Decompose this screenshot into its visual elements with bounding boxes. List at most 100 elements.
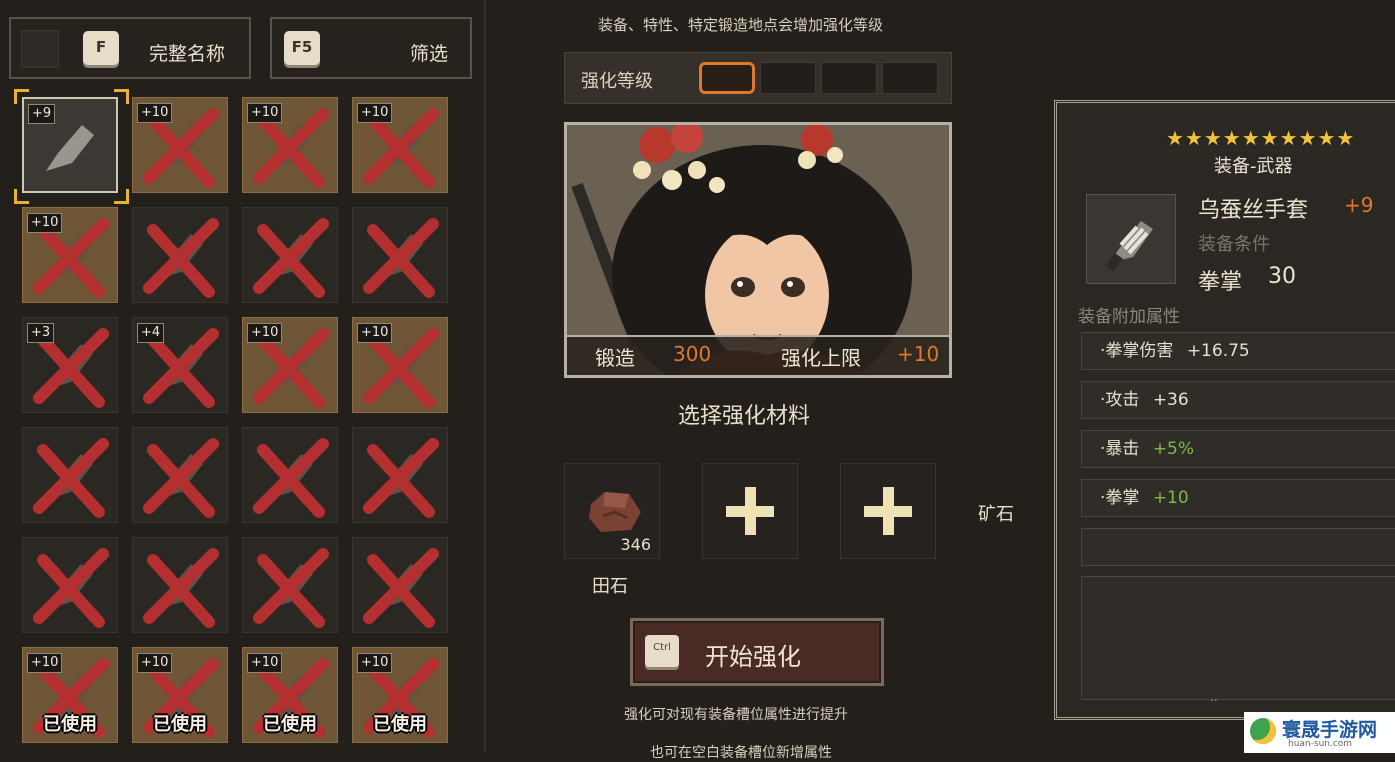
attribute-name: ·拳掌伤害	[1100, 341, 1174, 361]
select-material-title: 选择强化材料	[678, 404, 811, 429]
unavailable-x-icon	[33, 548, 109, 628]
attribute-value: +16.75	[1186, 341, 1250, 361]
material-count: 346	[620, 535, 651, 554]
item-category: 装备-武器	[1214, 156, 1293, 177]
inventory-slot[interactable]: +10 已使用	[242, 647, 338, 743]
key-hint-ctrl: Ctrl	[645, 635, 679, 667]
item-level-badge: +9	[28, 104, 56, 124]
unavailable-x-icon	[33, 438, 109, 518]
selection-corner	[114, 189, 129, 204]
level-pip	[821, 62, 877, 94]
watermark: 寰晟手游网 huan-sun.com	[1244, 712, 1395, 753]
start-enhance-button[interactable]: Ctrl 开始强化	[630, 618, 884, 686]
unavailable-x-icon	[143, 548, 219, 628]
portrait-stats-bar: 锻造 300 强化上限 +10	[567, 335, 949, 375]
start-enhance-label: 开始强化	[705, 643, 801, 671]
inventory-slot[interactable]	[242, 427, 338, 523]
level-pip	[882, 62, 938, 94]
used-label: 已使用	[43, 714, 97, 735]
inventory-slot[interactable]: +9	[22, 97, 118, 193]
filter-label: 筛选	[410, 43, 449, 65]
inventory-slot[interactable]: +3	[22, 317, 118, 413]
watermark-logo-icon	[1250, 718, 1276, 744]
checkbox[interactable]	[21, 30, 59, 68]
item-level-badge: +10	[27, 653, 63, 673]
inventory-slot[interactable]: +10	[242, 317, 338, 413]
forge-value: 300	[673, 342, 712, 366]
used-label: 已使用	[373, 714, 427, 735]
material-slot-add-1[interactable]	[702, 463, 798, 559]
inventory-slot[interactable]: +4	[132, 317, 228, 413]
item-level-badge: +10	[357, 103, 393, 123]
item-level-badge: +10	[137, 653, 173, 673]
attribute-row: ·拳掌伤害 +16.75	[1081, 332, 1395, 370]
top-hint: 装备、特性、特定锻造地点会增加强化等级	[598, 16, 884, 34]
key-hint-f: F	[83, 31, 119, 65]
cap-value: +10	[897, 342, 940, 366]
selection-corner	[14, 189, 29, 204]
inventory-slot[interactable]: +10	[242, 97, 338, 193]
inventory-slot[interactable]	[242, 207, 338, 303]
inventory-slot[interactable]	[242, 537, 338, 633]
unavailable-x-icon	[363, 438, 439, 518]
item-level-badge: +4	[137, 323, 165, 343]
inventory-slot[interactable]: +10	[22, 207, 118, 303]
ore-icon	[589, 492, 641, 532]
panel-divider	[484, 0, 486, 753]
inventory-slot[interactable]: +10 已使用	[22, 647, 118, 743]
plus-icon-vertical	[883, 487, 894, 535]
inventory-slot[interactable]	[132, 537, 228, 633]
unavailable-x-icon	[363, 548, 439, 628]
inventory-slot[interactable]: +10	[352, 317, 448, 413]
inventory-slot[interactable]	[22, 427, 118, 523]
watermark-subtitle: huan-sun.com	[1288, 739, 1353, 749]
bottom-hint: 强化可对现有装备槽位属性进行提升	[624, 707, 848, 723]
full-name-label: 完整名称	[149, 43, 226, 65]
inventory-slot[interactable]	[352, 207, 448, 303]
item-name: 乌蚕丝手套	[1198, 198, 1309, 223]
item-level-badge: +10	[137, 103, 173, 123]
glove-icon	[1105, 221, 1153, 271]
attribute-value: +10	[1152, 488, 1189, 508]
inventory-slot[interactable]	[132, 207, 228, 303]
bottom-hint-2: 也可在空白装备槽位新增属性	[650, 745, 832, 761]
item-level-badge: +10	[357, 323, 393, 343]
unavailable-x-icon	[253, 218, 329, 298]
item-level: +9	[1344, 193, 1374, 217]
required-value: 30	[1268, 264, 1296, 289]
attribute-value: +5%	[1152, 439, 1195, 459]
attribute-value: +36	[1152, 390, 1189, 410]
unavailable-x-icon	[253, 438, 329, 518]
inventory-slot[interactable]: +10 已使用	[132, 647, 228, 743]
material-slot-add-2[interactable]	[840, 463, 936, 559]
item-level-badge: +10	[247, 323, 283, 343]
rarity-stars: ★★★★★★★★★★	[1166, 126, 1356, 150]
attribute-name: ·暴击	[1100, 439, 1140, 459]
inventory-slot[interactable]: +10 已使用	[352, 647, 448, 743]
enhance-level-bar: 强化等级	[564, 52, 952, 104]
plus-icon-vertical	[745, 487, 756, 535]
attribute-name: ·攻击	[1100, 390, 1140, 410]
item-level-badge: +3	[27, 323, 55, 343]
inventory-slot[interactable]	[352, 537, 448, 633]
filter-button[interactable]: F5 筛选	[270, 17, 472, 79]
level-pip-active	[699, 62, 755, 94]
inventory-slot[interactable]	[22, 537, 118, 633]
unavailable-x-icon	[253, 548, 329, 628]
used-label: 已使用	[263, 714, 317, 735]
material-name: 田石	[592, 576, 628, 597]
condition-label: 装备条件	[1198, 234, 1270, 255]
item-level-badge: +10	[357, 653, 393, 673]
selection-corner	[114, 89, 129, 104]
attribute-row: ·拳掌 +10	[1081, 479, 1395, 517]
inventory-slot[interactable]	[352, 427, 448, 523]
inventory-slot[interactable]: +10	[352, 97, 448, 193]
inventory-slot[interactable]: +10	[132, 97, 228, 193]
item-level-badge: +10	[247, 103, 283, 123]
material-slot-ore[interactable]: 346	[564, 463, 660, 559]
attribute-header: 装备附加属性	[1078, 307, 1180, 327]
full-name-toggle[interactable]: F 完整名称	[9, 17, 251, 79]
ore-label: 矿石	[978, 504, 1014, 525]
inventory-slot[interactable]	[132, 427, 228, 523]
panel-footer-dots: ..	[1210, 690, 1218, 704]
